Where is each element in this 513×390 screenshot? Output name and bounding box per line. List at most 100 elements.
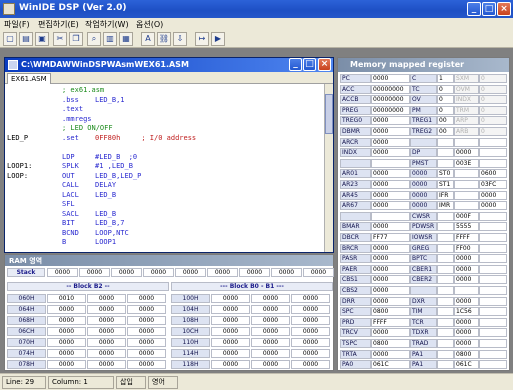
register-value[interactable]: 0000 — [371, 296, 410, 306]
register-value[interactable] — [479, 233, 507, 242]
register-value[interactable] — [437, 275, 454, 285]
ram-cell[interactable]: 0000 — [251, 360, 290, 369]
ram-cell[interactable]: 0000 — [127, 338, 166, 347]
ram-cell[interactable]: 0000 — [291, 360, 330, 369]
copy-icon[interactable]: ❐ — [69, 32, 83, 46]
register-value[interactable]: 0000 — [454, 296, 479, 306]
ram-cell[interactable]: 0000 — [291, 338, 330, 347]
ram-cell[interactable]: 0000 — [251, 349, 290, 358]
ram-cell[interactable]: 0000 — [127, 294, 166, 303]
register-value[interactable] — [454, 201, 479, 211]
register-value[interactable] — [479, 296, 507, 306]
ram-cell[interactable]: 0000 — [251, 327, 290, 336]
register-value[interactable]: ARP — [454, 116, 479, 126]
ram-cell[interactable]: 0000 — [251, 294, 290, 303]
register-value[interactable] — [479, 137, 507, 147]
code-line[interactable] — [5, 143, 327, 152]
code-line[interactable]: BIT LED_B,7 — [5, 219, 327, 228]
register-value[interactable]: 0000 — [371, 286, 410, 295]
ram-cell[interactable]: 0000 — [127, 360, 166, 369]
register-value[interactable]: 0800 — [454, 349, 479, 359]
stack-value[interactable]: 0000 — [239, 268, 270, 277]
register-value[interactable] — [437, 233, 454, 242]
code-editor[interactable]: ; ex61.asm .bss LED_B,1 .text .mmregs; LED O… — [5, 84, 333, 249]
register-value[interactable]: 0000 — [371, 148, 410, 158]
register-value[interactable]: 00 — [437, 116, 454, 126]
register-value[interactable] — [479, 286, 507, 295]
register-value[interactable]: 0000 — [454, 317, 479, 327]
register-value[interactable] — [437, 211, 454, 221]
stack-value[interactable]: 0000 — [143, 268, 174, 277]
ram-cell[interactable]: 0000 — [47, 316, 86, 325]
register-value[interactable]: 003E — [454, 158, 479, 168]
stack-value[interactable]: 0000 — [111, 268, 142, 277]
register-value[interactable] — [479, 317, 507, 327]
register-value[interactable] — [454, 169, 479, 179]
register-value[interactable] — [437, 264, 454, 274]
search-icon[interactable]: ⌕ — [87, 32, 101, 46]
register-value[interactable] — [454, 190, 479, 200]
menu-work[interactable]: 작업하기(W) — [85, 19, 129, 30]
register-value[interactable] — [437, 349, 454, 359]
register-value[interactable] — [437, 328, 454, 338]
menu-file[interactable]: 파일(F) — [4, 19, 30, 30]
register-value[interactable]: 0000 — [371, 264, 410, 274]
register-value[interactable]: 0000 — [371, 328, 410, 338]
register-value[interactable]: 0 — [437, 84, 454, 94]
editor-maximize-button[interactable]: □ — [303, 58, 316, 71]
register-value[interactable]: 00000000 — [371, 105, 410, 115]
register-value[interactable]: 0 — [479, 95, 507, 105]
register-value[interactable]: 0000 — [371, 201, 410, 211]
register-value[interactable]: 0 — [479, 127, 507, 136]
ram-cell[interactable]: 0000 — [211, 316, 250, 325]
register-value[interactable]: 0000 — [371, 74, 410, 83]
register-value[interactable]: 0000 — [371, 254, 410, 264]
step-icon[interactable]: ↦ — [195, 32, 209, 46]
register-value[interactable]: INDX — [454, 95, 479, 105]
ram-cell[interactable]: 0000 — [47, 360, 86, 369]
code-line[interactable]: ; LED ON/OFF — [5, 124, 327, 133]
stack-value[interactable]: 0000 — [271, 268, 302, 277]
open-folder-icon[interactable]: ▤ — [19, 32, 33, 46]
register-value[interactable] — [437, 296, 454, 306]
register-value[interactable]: FFFF — [454, 233, 479, 242]
register-value[interactable]: ARB — [454, 127, 479, 136]
stack-value[interactable]: 0000 — [79, 268, 110, 277]
register-value[interactable] — [437, 148, 454, 158]
code-line[interactable]: ; ex61.asm — [5, 86, 327, 95]
ram-cell[interactable]: 0000 — [87, 349, 126, 358]
register-value[interactable]: 061C — [454, 360, 479, 370]
print-icon[interactable]: ▦ — [119, 32, 133, 46]
register-value[interactable]: IMR — [437, 201, 454, 211]
ram-cell[interactable]: 0000 — [251, 338, 290, 347]
code-line[interactable]: .text — [5, 105, 327, 114]
register-value[interactable]: 03FC — [479, 180, 507, 189]
code-line[interactable]: SFL — [5, 200, 327, 209]
register-value[interactable]: FF77 — [371, 233, 410, 242]
ram-cell[interactable]: 0000 — [87, 316, 126, 325]
register-value[interactable]: 0000 — [454, 275, 479, 285]
register-value[interactable]: 0000 — [371, 222, 410, 232]
ram-cell[interactable]: 0000 — [127, 305, 166, 314]
register-value[interactable]: ST0 — [437, 169, 454, 179]
ram-cell[interactable]: 0000 — [87, 327, 126, 336]
register-value[interactable]: 00 — [437, 127, 454, 136]
register-value[interactable]: 0800 — [371, 339, 410, 348]
code-line[interactable]: .mmregs — [5, 115, 327, 124]
register-value[interactable] — [437, 137, 454, 147]
ram-cell[interactable]: 0000 — [127, 349, 166, 358]
ram-cell[interactable]: 0000 — [127, 316, 166, 325]
register-value[interactable] — [371, 158, 410, 168]
editor-scroll-thumb[interactable] — [325, 94, 333, 134]
register-value[interactable] — [437, 317, 454, 327]
register-value[interactable]: 00000000 — [371, 84, 410, 94]
register-value[interactable] — [479, 328, 507, 338]
menu-edit[interactable]: 편집하기(E) — [38, 19, 79, 30]
register-value[interactable] — [454, 180, 479, 189]
register-value[interactable]: 0000 — [479, 190, 507, 200]
ram-cell[interactable]: 0000 — [47, 349, 86, 358]
ram-cell[interactable]: 0000 — [87, 360, 126, 369]
register-value[interactable] — [454, 286, 479, 295]
register-value[interactable]: 0000 — [454, 328, 479, 338]
register-value[interactable]: 0 — [479, 84, 507, 94]
